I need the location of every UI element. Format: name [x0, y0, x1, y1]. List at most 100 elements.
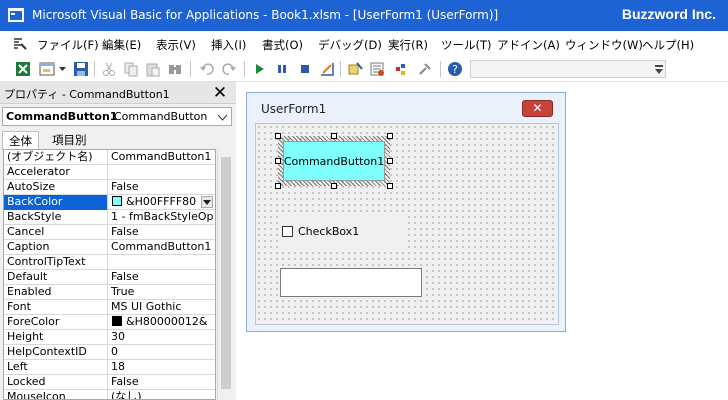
- property-row[interactable]: Default False: [4, 270, 215, 285]
- property-row[interactable]: Left 18: [4, 360, 215, 375]
- close-icon[interactable]: ✕: [522, 100, 553, 117]
- resize-handle[interactable]: [387, 158, 393, 164]
- checkbox-control[interactable]: CheckBox1: [278, 212, 406, 250]
- menu-run[interactable]: 実行(R): [388, 37, 428, 53]
- property-row[interactable]: MouseIcon (なし): [4, 390, 215, 399]
- watermark-text: Buzzword Inc.: [621, 6, 716, 22]
- checkbox-box[interactable]: [282, 226, 293, 237]
- dropdown-arrow-icon[interactable]: [58, 60, 66, 78]
- menu-addins[interactable]: アドイン(A): [497, 37, 560, 53]
- property-value[interactable]: MS UI Gothic: [109, 300, 215, 315]
- object-selector[interactable]: CommandButton1 CommandButton: [2, 107, 232, 126]
- property-row[interactable]: ForeColor &H80000012&: [4, 315, 215, 330]
- property-value[interactable]: False: [109, 270, 215, 285]
- property-name: BackColor: [4, 195, 108, 210]
- property-row[interactable]: Enabled True: [4, 285, 215, 300]
- cut-icon[interactable]: [100, 60, 118, 78]
- toolbox-icon[interactable]: [416, 60, 434, 78]
- title-bar: Microsoft Visual Basic for Applications …: [0, 0, 728, 31]
- object-browser-icon[interactable]: [392, 60, 410, 78]
- redo-icon[interactable]: [220, 60, 238, 78]
- property-value[interactable]: &H00FFFF80: [109, 195, 215, 210]
- save-icon[interactable]: [72, 60, 90, 78]
- userform-client-area[interactable]: CommandButton1 CheckBox1: [255, 123, 559, 325]
- close-icon[interactable]: ✕: [210, 83, 230, 103]
- undo-icon[interactable]: [198, 60, 216, 78]
- property-value[interactable]: [109, 165, 215, 180]
- property-value[interactable]: False: [109, 180, 215, 195]
- dropdown-arrow-icon[interactable]: [201, 196, 213, 208]
- menu-insert[interactable]: 挿入(I): [211, 37, 246, 53]
- excel-view-icon[interactable]: [14, 60, 32, 78]
- resize-handle[interactable]: [275, 158, 281, 164]
- command-button[interactable]: CommandButton1: [283, 141, 385, 181]
- properties-window-icon[interactable]: [368, 60, 386, 78]
- userform-window[interactable]: UserForm1 ✕ CommandButton1 CheckBox1: [246, 92, 566, 332]
- property-value[interactable]: CommandButton1: [109, 240, 215, 255]
- property-value[interactable]: [109, 255, 215, 270]
- reset-icon[interactable]: [296, 60, 314, 78]
- copy-icon[interactable]: [122, 60, 140, 78]
- property-value[interactable]: False: [109, 375, 215, 390]
- property-value[interactable]: 30: [109, 330, 215, 345]
- resize-handle[interactable]: [331, 133, 337, 139]
- menu-tools[interactable]: ツール(T): [441, 37, 492, 53]
- menu-file[interactable]: ファイル(F): [37, 37, 99, 53]
- userform-title: UserForm1: [261, 102, 327, 116]
- property-row[interactable]: BackStyle 1 - fmBackStyleOp: [4, 210, 215, 225]
- color-swatch: [112, 316, 122, 326]
- resize-handle[interactable]: [331, 183, 337, 189]
- property-grid: (オブジェクト名) CommandButton1 Accelerator AutoSi…: [3, 149, 216, 400]
- property-value[interactable]: &H80000012&: [109, 315, 215, 330]
- property-row[interactable]: BackColor &H00FFFF80: [4, 195, 215, 210]
- break-icon[interactable]: [273, 60, 291, 78]
- property-value[interactable]: (なし): [109, 390, 215, 399]
- property-row[interactable]: HelpContextID 0: [4, 345, 215, 360]
- property-row[interactable]: Cancel False: [4, 225, 215, 240]
- property-value[interactable]: False: [109, 225, 215, 240]
- property-value[interactable]: 18: [109, 360, 215, 375]
- properties-tabs: 全体 項目別: [0, 129, 236, 150]
- property-row[interactable]: (オブジェクト名) CommandButton1: [4, 150, 215, 165]
- menu-view[interactable]: 表示(V): [156, 37, 196, 53]
- property-row[interactable]: Accelerator: [4, 165, 215, 180]
- property-row[interactable]: Caption CommandButton1: [4, 240, 215, 255]
- menu-format[interactable]: 書式(O): [262, 37, 303, 53]
- property-value[interactable]: True: [109, 285, 215, 300]
- property-value[interactable]: 1 - fmBackStyleOp: [109, 210, 215, 225]
- property-name: (オブジェクト名): [4, 150, 108, 165]
- run-icon[interactable]: [250, 60, 268, 78]
- resize-handle[interactable]: [275, 133, 281, 139]
- property-row[interactable]: AutoSize False: [4, 180, 215, 195]
- tab-alphabetic[interactable]: 全体: [2, 131, 39, 150]
- property-row[interactable]: Font MS UI Gothic: [4, 300, 215, 315]
- menu-edit[interactable]: 編集(E): [102, 37, 141, 53]
- help-icon[interactable]: ?: [446, 60, 464, 78]
- resize-handle[interactable]: [387, 183, 393, 189]
- property-value[interactable]: CommandButton1: [109, 150, 215, 165]
- property-value[interactable]: 0: [109, 345, 215, 360]
- property-row[interactable]: Height 30: [4, 330, 215, 345]
- menu-help[interactable]: ヘルプ(H): [642, 37, 694, 53]
- resize-handle[interactable]: [387, 133, 393, 139]
- property-grid-scrollbar[interactable]: [217, 149, 233, 400]
- vba-app-icon: [8, 8, 24, 22]
- properties-header: プロパティ - CommandButton1 ✕: [0, 82, 236, 104]
- code-window-icon[interactable]: [12, 36, 28, 52]
- property-row[interactable]: ControlTipText: [4, 255, 215, 270]
- property-row[interactable]: Locked False: [4, 375, 215, 390]
- menu-debug[interactable]: デバッグ(D): [318, 37, 382, 53]
- paste-icon[interactable]: [144, 60, 162, 78]
- tab-categorized[interactable]: 項目別: [46, 131, 93, 149]
- property-name: ControlTipText: [4, 255, 108, 270]
- menu-window[interactable]: ウィンドウ(W): [565, 37, 643, 53]
- design-mode-icon[interactable]: [318, 60, 336, 78]
- project-explorer-icon[interactable]: [346, 60, 364, 78]
- find-icon[interactable]: [166, 60, 184, 78]
- textbox-control[interactable]: [280, 268, 422, 297]
- scrollbar-thumb[interactable]: [221, 157, 231, 389]
- resize-handle[interactable]: [275, 183, 281, 189]
- property-value-text: &H80000012&: [126, 315, 208, 328]
- insert-userform-icon[interactable]: [38, 60, 56, 78]
- chevron-down-icon[interactable]: [655, 65, 663, 74]
